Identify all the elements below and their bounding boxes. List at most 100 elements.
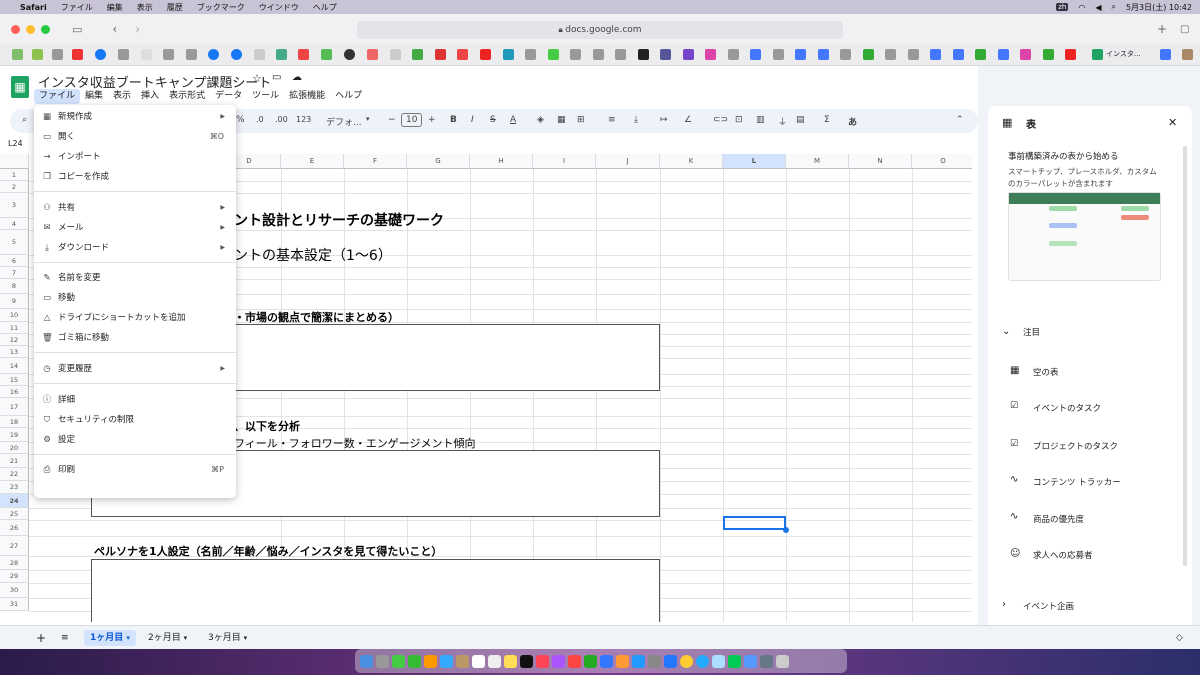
favorite-icon[interactable] (705, 49, 716, 60)
row-header-7[interactable]: 7 (0, 267, 29, 279)
preview-icon[interactable] (712, 654, 725, 668)
font-size-input[interactable]: 10 (401, 113, 423, 127)
borders-icon[interactable]: ▦ (557, 115, 566, 125)
news-icon[interactable] (568, 654, 581, 668)
menu-item-settings[interactable]: ⚙ 設定 (34, 431, 236, 449)
chevron-down-icon[interactable]: ▾ (366, 115, 370, 123)
template-product-priority[interactable]: 商品の優先度 (1033, 513, 1084, 525)
favorite-icon[interactable] (480, 49, 491, 60)
favorite-icon[interactable] (548, 49, 559, 60)
photos-icon[interactable] (424, 654, 437, 668)
new-tab-icon[interactable]: + (1157, 22, 1167, 36)
favorite-icon[interactable] (818, 49, 829, 60)
row-header-1[interactable]: 1 (0, 169, 29, 181)
line-icon[interactable] (728, 654, 741, 668)
favorite-icon[interactable] (728, 49, 739, 60)
row-header-22[interactable]: 22 (0, 468, 29, 481)
comment-add-icon[interactable]: ⊡ (735, 115, 743, 125)
align-vertical-icon[interactable]: ⤓ (634, 115, 638, 125)
search-icon[interactable]: ⌕ (1111, 2, 1115, 12)
row-header-27[interactable]: 27 (0, 536, 29, 556)
row-header-24[interactable]: 24 (0, 494, 29, 508)
row-header-8[interactable]: 8 (0, 279, 29, 294)
favorite-icon[interactable] (367, 49, 378, 60)
favorite-icon[interactable] (750, 49, 761, 60)
template-empty-table[interactable]: 空の表 (1033, 366, 1059, 378)
row-header-9[interactable]: 9 (0, 294, 29, 309)
mac-menu-file[interactable]: ファイル (61, 2, 93, 13)
wifi-icon[interactable]: ◠ (1078, 3, 1085, 12)
column-header-h[interactable]: H (470, 154, 533, 169)
volume-icon[interactable]: ◀ (1095, 3, 1101, 12)
forward-icon[interactable]: › (135, 22, 140, 36)
side-panel-scrollbar[interactable] (1183, 146, 1187, 566)
cloud-status-icon[interactable]: ☁︎ (292, 72, 302, 83)
increase-decimal-button[interactable]: .00 (275, 115, 288, 124)
mac-menu-help[interactable]: ヘルプ (313, 2, 337, 13)
favorite-icon[interactable] (570, 49, 581, 60)
search-menus-icon[interactable]: ⌕ (22, 115, 27, 125)
row-header-21[interactable]: 21 (0, 454, 29, 468)
row-header-20[interactable]: 20 (0, 442, 29, 454)
template-content-tracker[interactable]: コンテンツ トラッカー (1033, 476, 1121, 488)
favorite-icon[interactable] (885, 49, 896, 60)
menu-item-version-history[interactable]: ◷ 変更履歴 ▶ (34, 360, 236, 378)
menu-insert[interactable]: 挿入 (136, 89, 164, 104)
favorite-icon[interactable] (32, 49, 43, 60)
row-header-12[interactable]: 12 (0, 334, 29, 346)
mac-menu-view[interactable]: 表示 (137, 2, 153, 13)
favorite-icon[interactable] (12, 49, 23, 60)
favorite-icon[interactable] (525, 49, 536, 60)
font-size-decrease-button[interactable]: − (388, 115, 396, 125)
column-header-k[interactable]: K (660, 154, 723, 169)
mac-menu-edit[interactable]: 編集 (107, 2, 123, 13)
cell-question-row27[interactable]: ペルソナを1人設定（名前／年齢／悩み／インスタを見て得たいこと） (94, 543, 442, 559)
menu-item-security[interactable]: ⛉ セキュリティの制限 (34, 411, 236, 429)
profile-favorite-icon[interactable] (1182, 49, 1193, 60)
chevron-right-icon[interactable]: › (1002, 599, 1006, 610)
back-icon[interactable]: ‹ (112, 22, 117, 36)
row-header-29[interactable]: 29 (0, 570, 29, 583)
row-header-17[interactable]: 17 (0, 398, 29, 416)
favorite-icon[interactable] (52, 49, 63, 60)
favorite-icon[interactable] (435, 49, 446, 60)
podcasts-icon[interactable] (552, 654, 565, 668)
chevron-down-icon[interactable]: ▾ (244, 634, 248, 642)
template-preview[interactable] (1008, 192, 1161, 281)
italic-button[interactable]: I (471, 115, 474, 125)
filter-views-icon[interactable]: ▤ (796, 115, 805, 125)
favorite-icon[interactable] (615, 49, 626, 60)
cell-heading-row3[interactable]: ント設計とリサーチの基礎ワーク (234, 210, 444, 230)
menu-item-new[interactable]: ▦ 新規作成 ▶ (34, 108, 236, 126)
favorite-icon[interactable] (72, 49, 83, 60)
sheet-tab-2[interactable]: 2ヶ月目 ▾ (142, 630, 193, 646)
move-folder-icon[interactable]: ▭ (272, 72, 281, 83)
favorite-icon[interactable] (593, 49, 604, 60)
cell-text-row18[interactable]: フィール・フォロワー数・エンゲージメント傾向 (234, 435, 476, 451)
messages-icon[interactable] (392, 654, 405, 668)
menu-edit[interactable]: 編集 (80, 89, 108, 104)
trash-icon[interactable] (776, 654, 789, 668)
favorite-icon[interactable] (998, 49, 1009, 60)
row-header-2[interactable]: 2 (0, 181, 29, 193)
menu-help[interactable]: ヘルプ (330, 89, 367, 104)
chevron-down-icon[interactable]: ▾ (184, 634, 188, 642)
strikethrough-button[interactable]: S (490, 115, 496, 125)
row-header-13[interactable]: 13 (0, 346, 29, 358)
name-box[interactable]: L24 (8, 139, 23, 148)
keynote-icon[interactable] (600, 654, 613, 668)
row-header-15[interactable]: 15 (0, 374, 29, 386)
row-header-6[interactable]: 6 (0, 255, 29, 267)
row-header-4[interactable]: 4 (0, 218, 29, 230)
row-header-19[interactable]: 19 (0, 428, 29, 442)
menu-item-email[interactable]: ✉ メール ▶ (34, 219, 236, 237)
all-sheets-icon[interactable]: ≡ (55, 630, 75, 646)
favorite-icon[interactable] (344, 49, 355, 60)
align-horizontal-icon[interactable]: ≡ (608, 115, 616, 125)
finder-icon[interactable] (360, 654, 373, 668)
favorite-icon[interactable] (118, 49, 129, 60)
settings-icon[interactable] (648, 654, 661, 668)
fill-color-icon[interactable]: ◈ (537, 115, 544, 125)
mac-menu-history[interactable]: 履歴 (167, 2, 183, 13)
chevron-down-icon[interactable]: ⌄ (1002, 326, 1010, 337)
